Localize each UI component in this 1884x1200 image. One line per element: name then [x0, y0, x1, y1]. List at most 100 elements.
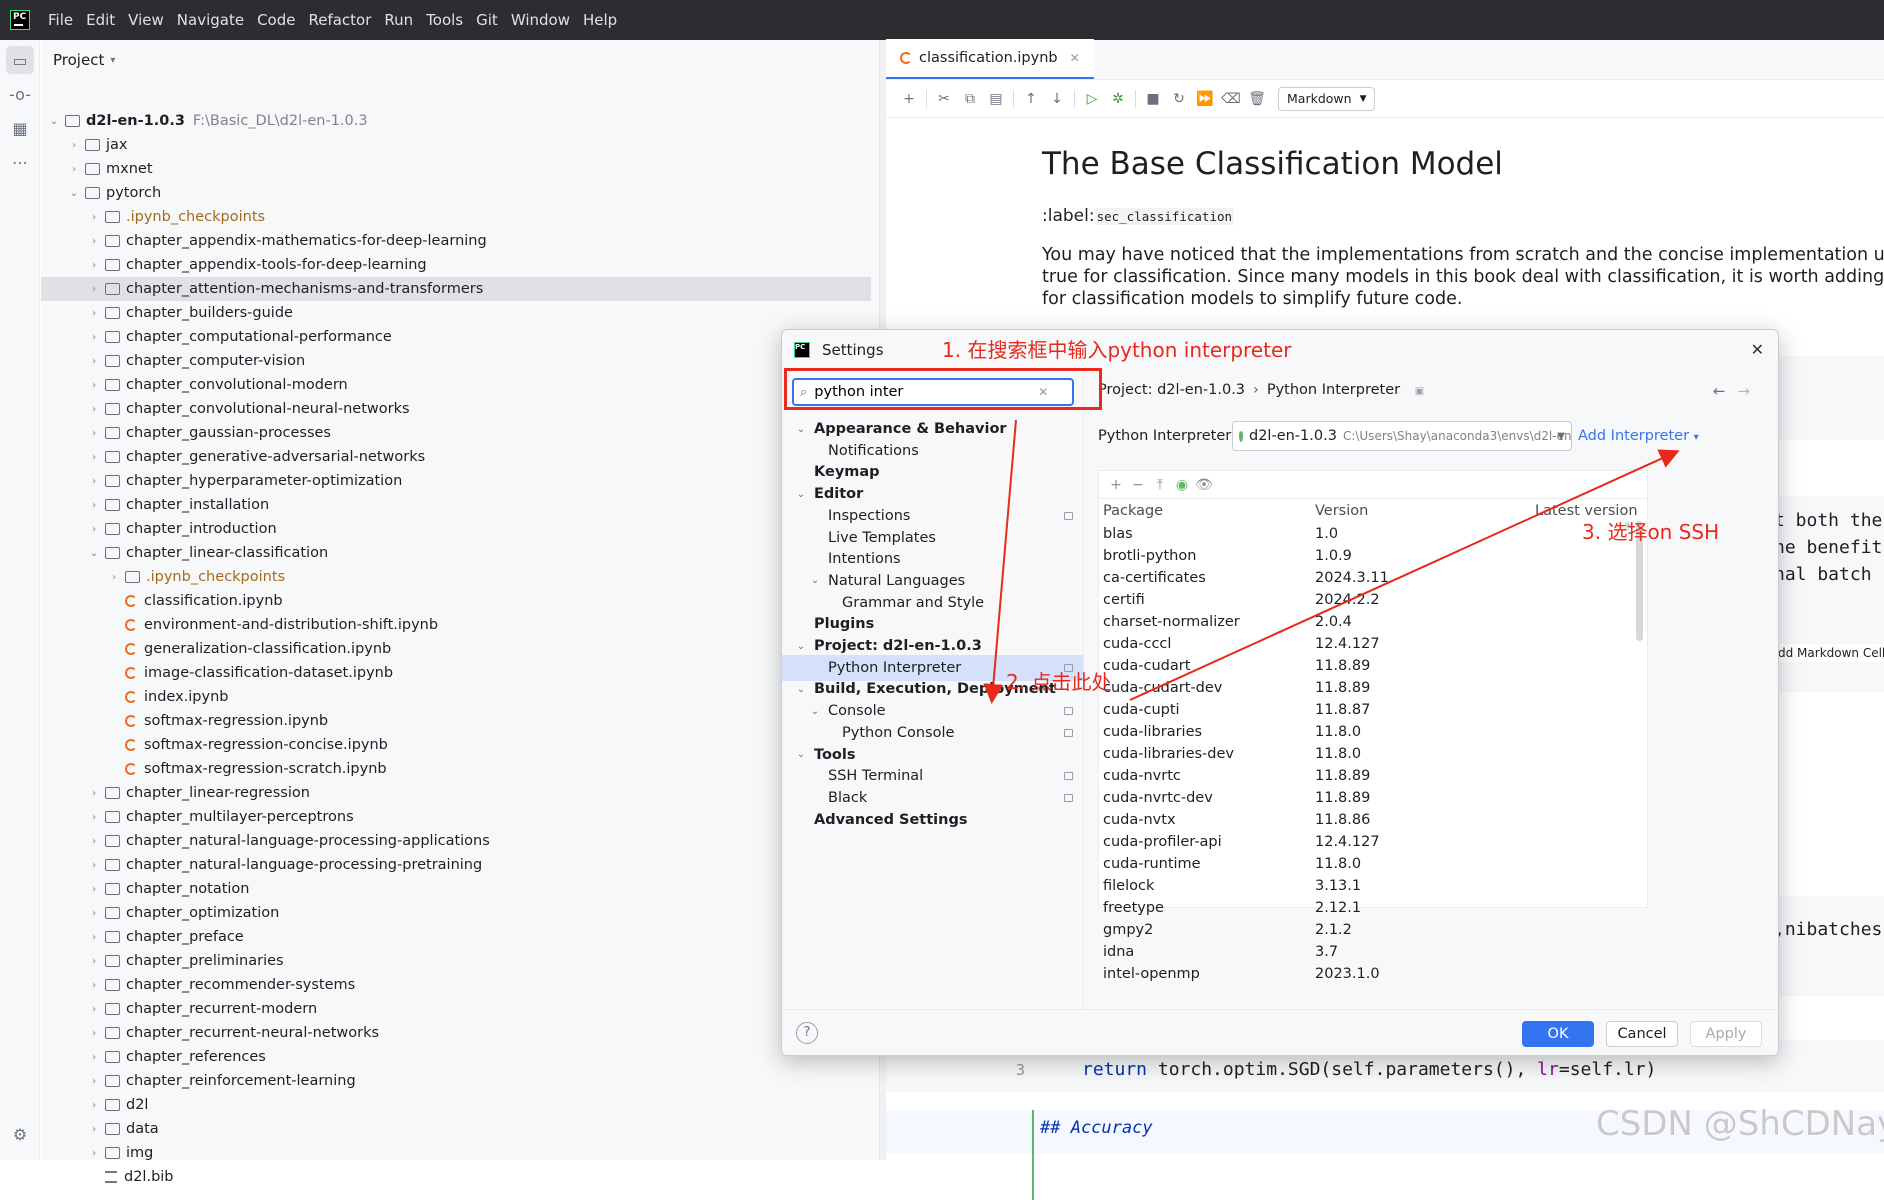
tree-item[interactable]: › chapter_preliminaries: [41, 949, 871, 973]
forward-arrow-icon[interactable]: →: [1737, 382, 1762, 400]
table-row[interactable]: freetype 2.12.1: [1099, 897, 1649, 919]
tree-item[interactable]: › chapter_recommender-systems: [41, 973, 871, 997]
table-row[interactable]: filelock 3.13.1: [1099, 875, 1649, 897]
table-row[interactable]: cuda-nvtx 11.8.86: [1099, 809, 1649, 831]
move-up-icon[interactable]: ↑: [1018, 91, 1044, 107]
tree-item[interactable]: d2l.bib: [41, 1165, 871, 1189]
paste-icon[interactable]: ▤: [983, 91, 1009, 107]
tree-item[interactable]: image-classification-dataset.ipynb: [41, 661, 871, 685]
run-cell-icon[interactable]: ▷: [1079, 91, 1105, 107]
tree-item[interactable]: › chapter_installation: [41, 493, 871, 517]
tree-item[interactable]: › chapter_gaussian-processes: [41, 421, 871, 445]
add-package-icon[interactable]: +: [1105, 477, 1127, 493]
chevron-right-icon[interactable]: ›: [87, 956, 101, 967]
cut-icon[interactable]: ✂: [931, 91, 957, 107]
tree-item[interactable]: › mxnet: [41, 157, 871, 181]
chevron-down-icon[interactable]: ⌄: [794, 749, 808, 760]
chevron-right-icon[interactable]: ›: [87, 308, 101, 319]
menu-window[interactable]: Window: [511, 11, 570, 29]
table-row[interactable]: charset-normalizer 2.0.4: [1099, 611, 1649, 633]
tree-item[interactable]: generalization-classification.ipynb: [41, 637, 871, 661]
menu-view[interactable]: View: [128, 11, 164, 29]
chevron-right-icon[interactable]: ›: [87, 1124, 101, 1135]
tree-item[interactable]: › chapter_preface: [41, 925, 871, 949]
tree-item[interactable]: softmax-regression-scratch.ipynb: [41, 757, 871, 781]
table-row[interactable]: idna 3.7: [1099, 941, 1649, 963]
tree-item[interactable]: › chapter_natural-language-processing-app…: [41, 829, 871, 853]
copy-icon[interactable]: ⧉: [957, 91, 983, 107]
menu-run[interactable]: Run: [384, 11, 413, 29]
chevron-right-icon[interactable]: ›: [87, 884, 101, 895]
tree-item[interactable]: › chapter_notation: [41, 877, 871, 901]
python-packages-icon[interactable]: ⚙: [6, 1120, 34, 1148]
chevron-right-icon[interactable]: ›: [67, 164, 81, 175]
more-tools-icon[interactable]: ⋯: [6, 148, 34, 176]
chevron-right-icon[interactable]: ›: [87, 1028, 101, 1039]
tree-item[interactable]: › data: [41, 1117, 871, 1141]
chevron-down-icon[interactable]: ⌄: [794, 424, 808, 435]
table-row[interactable]: cuda-cccl 12.4.127: [1099, 633, 1649, 655]
chevron-right-icon[interactable]: ›: [87, 1004, 101, 1015]
add-cell-icon[interactable]: +: [896, 91, 922, 107]
ok-button[interactable]: OK: [1522, 1021, 1594, 1047]
menu-file[interactable]: File: [48, 11, 73, 29]
chevron-right-icon[interactable]: ›: [107, 572, 121, 583]
help-button[interactable]: ?: [796, 1022, 818, 1044]
tab-classification-ipynb[interactable]: classification.ipynb ✕: [886, 39, 1094, 79]
chevron-right-icon[interactable]: ›: [87, 356, 101, 367]
chevron-right-icon[interactable]: ›: [87, 836, 101, 847]
chevron-down-icon[interactable]: ⌄: [808, 575, 822, 586]
tree-item[interactable]: ⌄ pytorch: [41, 181, 871, 205]
tree-item[interactable]: › chapter_appendix-mathematics-for-deep-l…: [41, 229, 871, 253]
run-all-icon[interactable]: ⏩: [1192, 91, 1218, 107]
chevron-right-icon[interactable]: ›: [87, 980, 101, 991]
apply-button[interactable]: Apply: [1690, 1021, 1762, 1047]
menu-help[interactable]: Help: [583, 11, 617, 29]
tree-item[interactable]: › chapter_computational-performance: [41, 325, 871, 349]
tree-item[interactable]: softmax-regression-concise.ipynb: [41, 733, 871, 757]
tree-item[interactable]: softmax-regression.ipynb: [41, 709, 871, 733]
chevron-down-icon[interactable]: ⌄: [794, 489, 808, 500]
project-tool-icon[interactable]: ▭: [6, 46, 34, 74]
upgrade-package-icon[interactable]: ⤒: [1149, 477, 1171, 493]
tree-item[interactable]: › d2l: [41, 1093, 871, 1117]
tree-item[interactable]: › chapter_multilayer-perceptrons: [41, 805, 871, 829]
table-row[interactable]: cuda-libraries-dev 11.8.0: [1099, 743, 1649, 765]
tree-item[interactable]: › chapter_linear-regression: [41, 781, 871, 805]
tree-item[interactable]: › chapter_convolutional-neural-networks: [41, 397, 871, 421]
tree-item[interactable]: ⌄ chapter_linear-classification: [41, 541, 871, 565]
conda-toggle-icon[interactable]: ◉: [1171, 477, 1193, 493]
chevron-right-icon[interactable]: ›: [87, 1148, 101, 1159]
move-down-icon[interactable]: ↓: [1044, 91, 1070, 107]
chevron-right-icon[interactable]: ›: [67, 140, 81, 151]
interpreter-select[interactable]: d2l-en-1.0.3 C:\Users\Shay\anaconda3\env…: [1232, 421, 1572, 451]
tree-item[interactable]: › chapter_recurrent-neural-networks: [41, 1021, 871, 1045]
tree-item[interactable]: › chapter_reinforcement-learning: [41, 1069, 871, 1093]
chevron-down-icon[interactable]: ⌄: [808, 706, 822, 717]
chevron-right-icon[interactable]: ›: [87, 932, 101, 943]
chevron-down-icon[interactable]: ⌄: [794, 641, 808, 652]
chevron-down-icon[interactable]: ⌄: [67, 188, 81, 199]
delete-icon[interactable]: 🗑: [1244, 91, 1270, 107]
column-package[interactable]: Package: [1099, 503, 1315, 519]
chevron-right-icon[interactable]: ›: [87, 236, 101, 247]
tree-item[interactable]: environment-and-distribution-shift.ipynb: [41, 613, 871, 637]
chevron-right-icon[interactable]: ›: [87, 260, 101, 271]
chevron-right-icon[interactable]: ›: [87, 908, 101, 919]
table-row[interactable]: ca-certificates 2024.3.11: [1099, 567, 1649, 589]
column-version[interactable]: Version: [1315, 503, 1535, 519]
table-row[interactable]: cuda-cudart-dev 11.8.89: [1099, 677, 1649, 699]
chevron-right-icon[interactable]: ›: [87, 404, 101, 415]
chevron-down-icon[interactable]: ⌄: [47, 116, 61, 127]
menu-navigate[interactable]: Navigate: [177, 11, 244, 29]
tree-item[interactable]: › .ipynb_checkpoints: [41, 205, 871, 229]
tree-item[interactable]: › chapter_optimization: [41, 901, 871, 925]
chevron-right-icon[interactable]: ›: [87, 860, 101, 871]
tree-item[interactable]: › img: [41, 1141, 871, 1165]
stop-icon[interactable]: ■: [1140, 91, 1166, 107]
table-row[interactable]: cuda-runtime 11.8.0: [1099, 853, 1649, 875]
debug-icon[interactable]: ✲: [1105, 91, 1131, 107]
table-row[interactable]: cuda-cudart 11.8.89: [1099, 655, 1649, 677]
menu-tools[interactable]: Tools: [426, 11, 463, 29]
project-view-selector[interactable]: Project ▾: [41, 40, 879, 80]
